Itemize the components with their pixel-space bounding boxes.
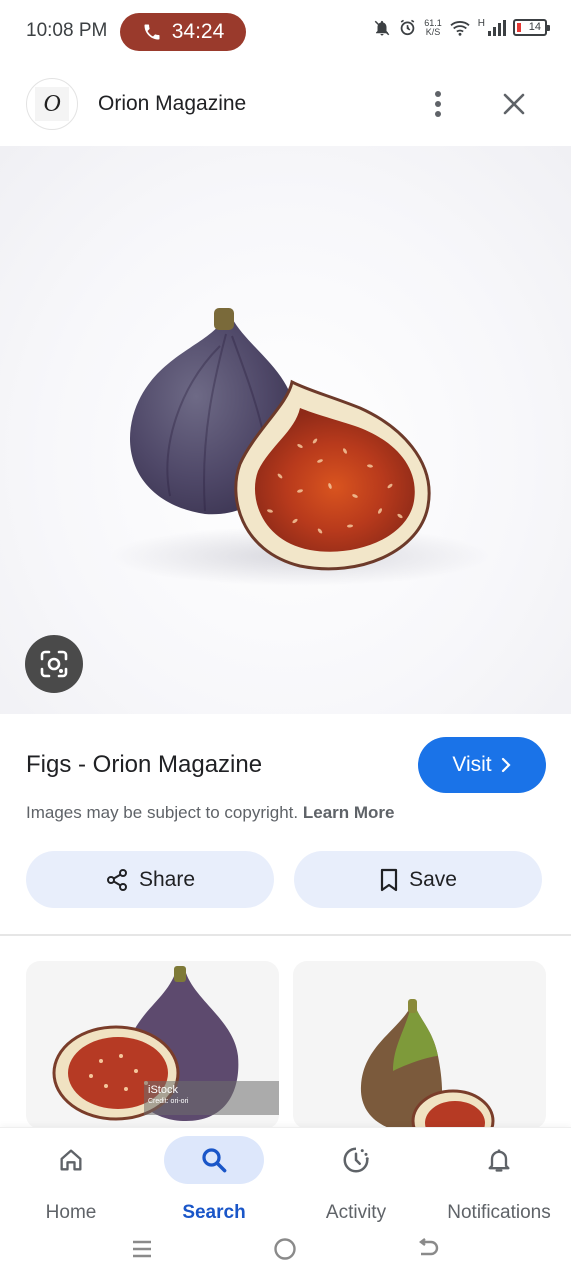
- copyright-notice: Images may be subject to copyright. Lear…: [26, 803, 395, 823]
- nav-label: Search: [182, 1202, 246, 1223]
- bottom-navigation: Home Search Activity Notifications: [0, 1127, 571, 1280]
- nav-icon-container: [21, 1136, 121, 1184]
- share-button[interactable]: Share: [26, 851, 274, 908]
- nav-notifications[interactable]: Notifications: [434, 1136, 564, 1224]
- ongoing-call-pill[interactable]: 34:24: [120, 13, 246, 51]
- nav-label: Activity: [325, 1202, 387, 1223]
- chevron-right-icon: [501, 757, 511, 773]
- save-button[interactable]: Save: [294, 851, 542, 908]
- phone-icon: [144, 24, 160, 40]
- signal-icon: [488, 19, 506, 36]
- circle-home-icon: [274, 1238, 296, 1260]
- nav-icon-container: [164, 1136, 264, 1184]
- back-icon: [419, 1238, 439, 1256]
- visit-button[interactable]: Visit: [418, 737, 546, 793]
- save-label: Save: [409, 867, 457, 891]
- visit-label: Visit: [452, 753, 492, 776]
- image-title: Figs - Orion Magazine: [26, 751, 263, 778]
- activity-icon: [343, 1147, 369, 1173]
- back-system-button[interactable]: [408, 1233, 448, 1265]
- nav-icon-container: [449, 1136, 549, 1184]
- section-divider: [0, 934, 571, 936]
- bookmark-icon: [380, 868, 398, 891]
- status-time: 10:08 PM: [26, 20, 108, 41]
- lens-icon: [40, 650, 68, 678]
- share-label: Share: [138, 867, 196, 891]
- battery-icon: 14: [513, 19, 550, 36]
- net-speed-unit: K/S: [425, 26, 441, 37]
- alarm-icon: [400, 19, 415, 36]
- network-type: H: [477, 18, 485, 29]
- site-logo[interactable]: O: [26, 78, 78, 130]
- call-timer: 34:24: [171, 20, 225, 43]
- learn-more-link[interactable]: Learn More: [303, 803, 395, 822]
- nav-label: Home: [45, 1202, 97, 1223]
- recent-apps-button[interactable]: [122, 1233, 162, 1265]
- more-options-button[interactable]: [420, 86, 456, 122]
- more-vert-icon: [435, 91, 441, 117]
- watermark-credit: Credit: ori-ori: [148, 1098, 189, 1105]
- share-icon: [106, 868, 127, 891]
- recents-icon: [133, 1240, 151, 1258]
- nav-home[interactable]: Home: [6, 1136, 136, 1224]
- site-logo-letter: O: [35, 87, 69, 121]
- net-speed: 61.1 K/S: [424, 18, 442, 37]
- mute-icon: [374, 20, 390, 35]
- related-image[interactable]: iStock Credit: ori-ori: [26, 961, 279, 1129]
- nav-activity[interactable]: Activity: [291, 1136, 421, 1224]
- site-name[interactable]: Orion Magazine: [98, 92, 246, 116]
- viewer-header: O Orion Magazine: [0, 64, 571, 146]
- status-bar: 10:08 PM 34:24 61.1 K/S H 14: [0, 0, 571, 64]
- copyright-text: Images may be subject to copyright.: [26, 803, 299, 822]
- nav-search[interactable]: Search: [149, 1136, 279, 1224]
- home-icon: [60, 1149, 82, 1171]
- fig-thumbnail: [360, 999, 495, 1129]
- related-image[interactable]: [293, 961, 546, 1129]
- home-system-button[interactable]: [265, 1233, 305, 1265]
- battery-level: 14: [528, 21, 541, 33]
- lens-search-button[interactable]: [25, 635, 83, 693]
- figs-image: [110, 308, 490, 586]
- close-button[interactable]: [496, 86, 532, 122]
- system-navigation-bar: [0, 1223, 571, 1280]
- wifi-icon: [450, 20, 470, 36]
- status-icons: 61.1 K/S H 14: [373, 18, 550, 37]
- nav-icon-container: [306, 1136, 406, 1184]
- stock-watermark: iStock Credit: ori-ori: [144, 1081, 279, 1115]
- bell-icon: [488, 1149, 510, 1172]
- nav-label: Notifications: [447, 1202, 551, 1223]
- search-icon: [202, 1148, 227, 1173]
- close-icon: [503, 93, 525, 115]
- watermark-brand: iStock: [148, 1084, 178, 1096]
- main-image[interactable]: [0, 146, 571, 714]
